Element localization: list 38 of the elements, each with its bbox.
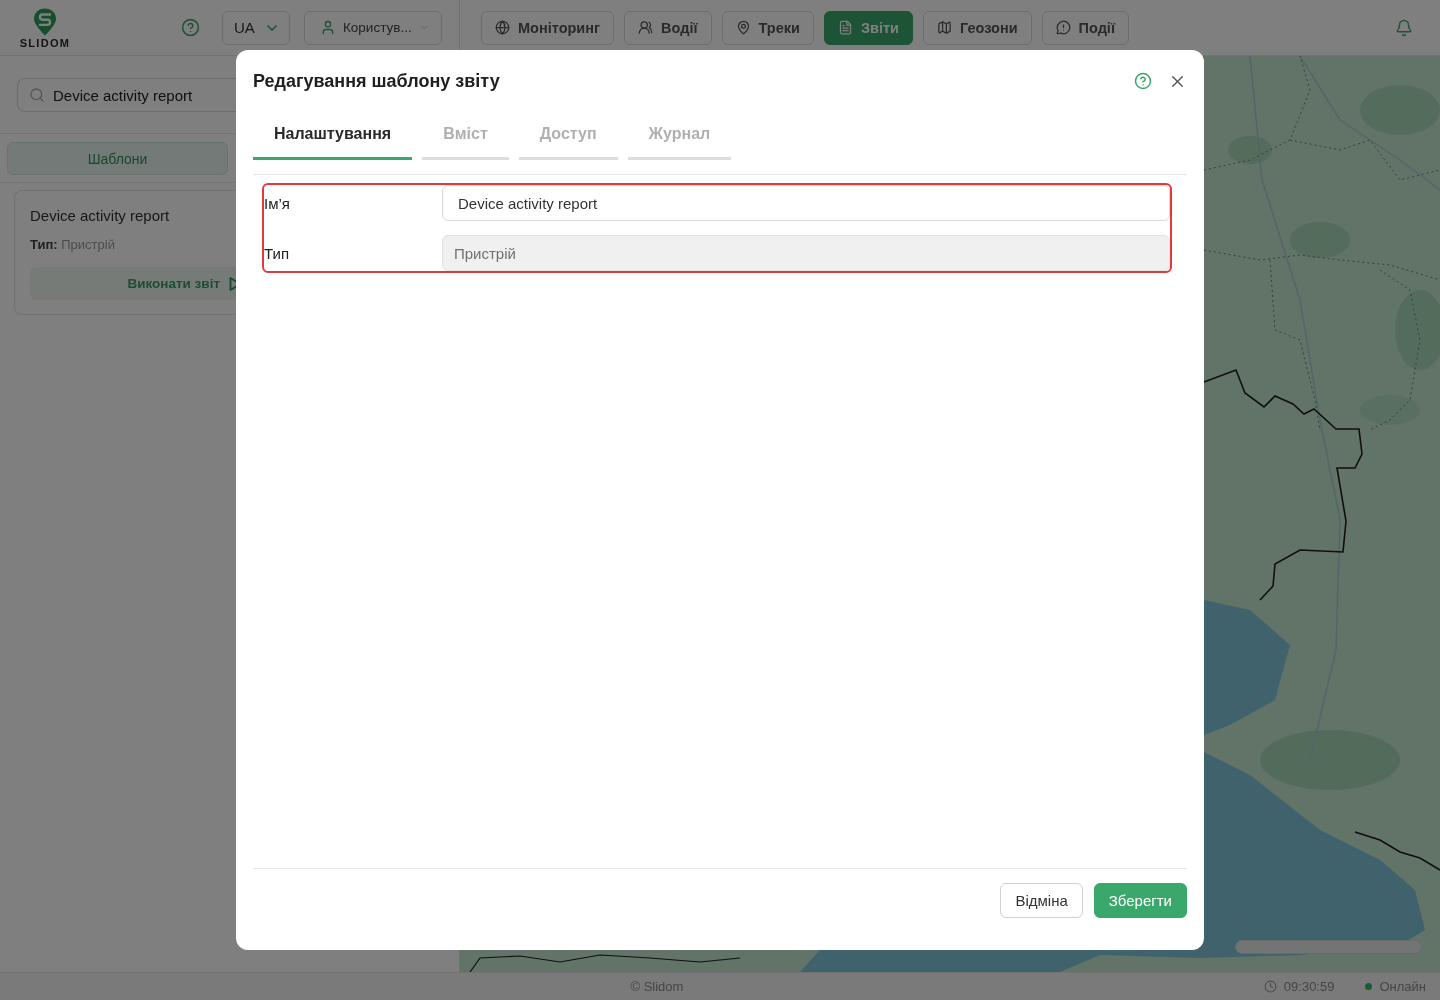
cancel-button[interactable]: Відміна (1000, 883, 1083, 918)
user-icon (320, 19, 336, 36)
chat-alert-icon (1055, 20, 1071, 35)
help-icon[interactable] (181, 18, 200, 37)
logo-icon (33, 8, 57, 36)
map-icon (936, 20, 952, 35)
save-button[interactable]: Зберегти (1093, 883, 1187, 918)
logo-text: SLIDOM (19, 37, 71, 49)
text-field[interactable]: Device activity report (442, 185, 1170, 221)
clock-icon (1263, 980, 1277, 993)
modal-tab[interactable]: Налаштування (253, 110, 413, 160)
search-field[interactable]: Device activity report (17, 78, 236, 112)
globe-icon (495, 20, 510, 35)
user-menu[interactable]: Користув... (304, 10, 442, 45)
nav-tab[interactable]: Події (1041, 10, 1129, 45)
run-report-button[interactable]: Виконати звіт (30, 267, 236, 300)
map-pin-icon (735, 20, 751, 35)
nav-tab[interactable]: Водії (624, 10, 712, 45)
nav-tab[interactable]: Геозони (922, 10, 1032, 45)
modal-tab[interactable]: Журнал (627, 110, 732, 160)
field-label: Ім’я (264, 194, 291, 212)
people-icon (638, 20, 654, 35)
horizontal-scrollbar[interactable] (1235, 940, 1422, 954)
search-icon (29, 87, 45, 103)
help-icon[interactable] (1134, 72, 1152, 90)
document-icon (837, 20, 853, 35)
nav-tab[interactable]: Моніторинг (481, 10, 615, 45)
language-select[interactable]: UA (222, 10, 290, 45)
nav-tab[interactable]: Звіти (823, 10, 913, 45)
modal-title: Редагування шаблону звіту (253, 70, 501, 92)
template-title: Device activity report (30, 207, 171, 225)
modal-tab[interactable]: Доступ (518, 110, 618, 160)
sidebar-tab[interactable]: Шаблони (7, 142, 228, 175)
bell-icon[interactable] (1395, 18, 1413, 37)
field-label: Тип (264, 244, 290, 262)
modal-tab[interactable]: Вміст (422, 110, 509, 160)
play-icon (229, 275, 236, 292)
nav-tab[interactable]: Треки (721, 10, 814, 45)
